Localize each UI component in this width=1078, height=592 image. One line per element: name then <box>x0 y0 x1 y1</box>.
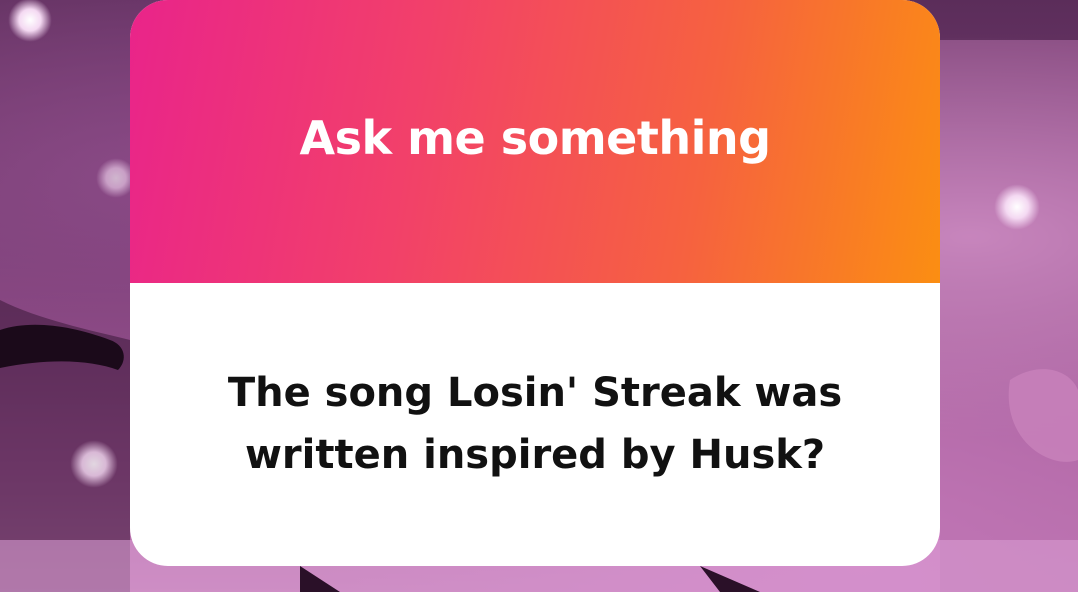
question-text: The song Losin' Streak was written inspi… <box>175 362 895 486</box>
question-sticker-card: Ask me something The song Losin' Streak … <box>130 0 940 566</box>
stage-light-top-left <box>8 0 52 42</box>
right-wall-panel <box>940 40 1078 592</box>
card-title: Ask me something <box>299 110 771 165</box>
stage-light-left-lower <box>70 440 118 488</box>
question-line-2: written inspired by Husk? <box>244 431 826 478</box>
card-body: The song Losin' Streak was written inspi… <box>130 283 940 566</box>
question-line-1: The song Losin' Streak was <box>227 369 843 416</box>
card-header: Ask me something <box>130 0 940 283</box>
stage-light-right <box>994 184 1040 230</box>
